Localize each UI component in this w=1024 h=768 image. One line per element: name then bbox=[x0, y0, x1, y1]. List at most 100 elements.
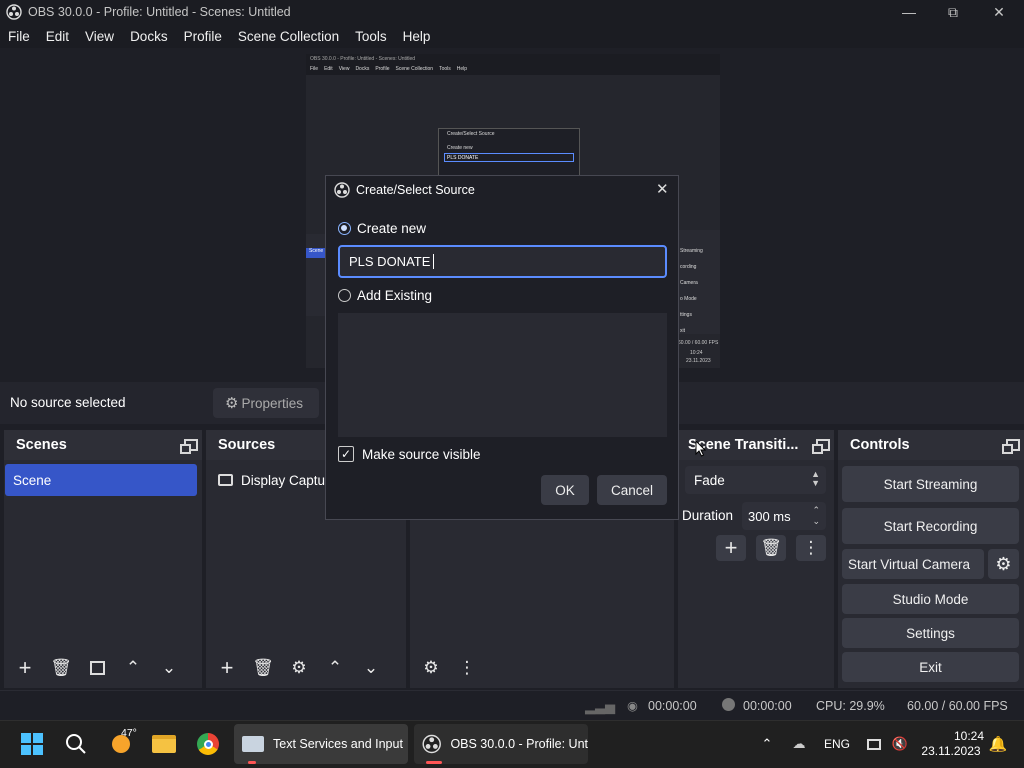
record-time: 00:00:00 bbox=[743, 699, 792, 713]
taskbar-obs[interactable]: OBS 30.0.0 - Profile: Unt bbox=[414, 724, 588, 764]
network-icon[interactable] bbox=[864, 724, 884, 764]
mixer-settings-button[interactable]: ⚙ bbox=[416, 655, 446, 681]
move-scene-up-button[interactable]: ⌃ bbox=[118, 655, 148, 681]
add-existing-radio[interactable]: Add Existing bbox=[338, 288, 432, 303]
gear-icon: ⚙ bbox=[995, 553, 1012, 574]
chevron-up-icon: ⌃ bbox=[125, 658, 141, 677]
nested-menu-item: Help bbox=[456, 66, 468, 72]
nested-clock-date: 23.11.2023 bbox=[686, 358, 711, 364]
undock-icon[interactable] bbox=[180, 439, 198, 454]
checkbox-checked-icon: ✓ bbox=[338, 446, 354, 462]
radio-selected-icon bbox=[338, 222, 351, 235]
plus-icon: + bbox=[220, 655, 234, 680]
add-source-button[interactable]: + bbox=[212, 655, 242, 681]
studio-mode-button[interactable]: Studio Mode bbox=[842, 584, 1019, 614]
create-new-label: Create new bbox=[357, 221, 427, 236]
tray-overflow-button[interactable]: ⌃ bbox=[756, 724, 778, 764]
mouse-cursor-icon bbox=[695, 440, 707, 457]
tray-onedrive-icon[interactable]: ☁ bbox=[788, 724, 810, 764]
running-indicator bbox=[426, 761, 442, 764]
virtual-camera-settings-button[interactable]: ⚙ bbox=[988, 549, 1019, 579]
search-button[interactable] bbox=[58, 724, 94, 764]
signal-bars-icon: ▂▃▅ bbox=[585, 699, 615, 714]
remove-scene-button[interactable]: 🗑 bbox=[46, 655, 76, 681]
close-window-button[interactable]: ✕ bbox=[976, 0, 1022, 24]
chevron-down-icon: ⌄ bbox=[161, 658, 177, 677]
volume-muted-icon[interactable]: 🔇 bbox=[890, 724, 910, 764]
spin-arrows-icon: ⌃ ⌄ bbox=[812, 505, 820, 526]
move-source-down-button[interactable]: ⌄ bbox=[356, 655, 386, 681]
exit-button[interactable]: Exit bbox=[842, 652, 1019, 682]
start-streaming-button[interactable]: Start Streaming bbox=[842, 466, 1019, 502]
transition-menu-button[interactable]: ⋮ bbox=[796, 535, 826, 561]
maximize-button[interactable]: ⧉ bbox=[930, 0, 976, 24]
sources-toolbar: + 🗑 ⚙ ⌃ ⌄ bbox=[206, 648, 406, 688]
folder-icon bbox=[152, 735, 176, 753]
menu-tools[interactable]: Tools bbox=[347, 29, 395, 44]
start-button[interactable] bbox=[14, 724, 50, 764]
menu-scene-collection[interactable]: Scene Collection bbox=[230, 29, 347, 44]
up-down-arrows-icon: ▲ ▼ bbox=[811, 469, 820, 488]
undock-icon[interactable] bbox=[1002, 439, 1020, 454]
menu-view[interactable]: View bbox=[77, 29, 122, 44]
mixer-toolbar: ⚙ ⋮ bbox=[410, 648, 674, 688]
language-indicator[interactable]: ENG bbox=[822, 724, 852, 764]
remove-source-button[interactable]: 🗑 bbox=[248, 655, 278, 681]
scene-item[interactable]: Scene bbox=[5, 464, 197, 496]
start-recording-button[interactable]: Start Recording bbox=[842, 508, 1019, 544]
ok-button[interactable]: OK bbox=[541, 475, 589, 505]
move-source-up-button[interactable]: ⌃ bbox=[320, 655, 350, 681]
duration-spinbox[interactable]: 300 ms ⌃ ⌄ bbox=[742, 502, 826, 530]
search-icon bbox=[66, 734, 86, 754]
properties-button[interactable]: ⚙ Properties bbox=[213, 388, 319, 418]
chevron-up-icon: ⌃ bbox=[327, 658, 343, 677]
running-indicator bbox=[248, 761, 256, 764]
mixer-menu-button[interactable]: ⋮ bbox=[452, 655, 482, 681]
window-title: OBS 30.0.0 - Profile: Untitled - Scenes:… bbox=[28, 5, 291, 19]
plus-icon: + bbox=[724, 535, 738, 560]
weather-widget[interactable]: 47° bbox=[103, 724, 139, 764]
dialog-close-button[interactable]: ✕ bbox=[656, 180, 669, 198]
no-source-label: No source selected bbox=[10, 395, 126, 410]
nested-control-item: Streaming bbox=[680, 248, 703, 254]
record-icon bbox=[722, 698, 735, 711]
cancel-button[interactable]: Cancel bbox=[597, 475, 667, 505]
chrome-button[interactable] bbox=[190, 724, 226, 764]
cpu-usage: CPU: 29.9% bbox=[816, 699, 885, 713]
chevron-down-icon: ⌄ bbox=[363, 658, 379, 677]
existing-sources-list[interactable] bbox=[338, 313, 667, 437]
menu-profile[interactable]: Profile bbox=[176, 29, 230, 44]
scene-transitions-dock: Scene Transiti... Fade ▲ ▼ Duration 300 m… bbox=[678, 430, 834, 688]
obs-logo-icon bbox=[422, 734, 441, 754]
menu-help[interactable]: Help bbox=[395, 29, 439, 44]
nested-control-item: o Mode bbox=[680, 296, 697, 302]
settings-button[interactable]: Settings bbox=[842, 618, 1019, 648]
move-scene-down-button[interactable]: ⌄ bbox=[154, 655, 184, 681]
source-name-input[interactable]: PLS DONATE bbox=[338, 245, 667, 278]
scene-filters-button[interactable] bbox=[82, 655, 112, 681]
nested-clock-time: 10:24 bbox=[690, 350, 703, 356]
create-new-radio[interactable]: Create new bbox=[338, 221, 426, 236]
menu-file[interactable]: File bbox=[0, 29, 38, 44]
minimize-button[interactable]: — bbox=[886, 0, 932, 24]
file-explorer-button[interactable] bbox=[146, 724, 182, 764]
create-select-source-dialog: Create/Select Source ✕ Create new PLS DO… bbox=[325, 175, 679, 520]
menu-docks[interactable]: Docks bbox=[122, 29, 176, 44]
add-transition-button[interactable]: + bbox=[716, 535, 746, 561]
add-scene-button[interactable]: + bbox=[10, 655, 40, 681]
menu-edit[interactable]: Edit bbox=[38, 29, 77, 44]
title-bar: OBS 30.0.0 - Profile: Untitled - Scenes:… bbox=[0, 0, 1024, 24]
undock-icon[interactable] bbox=[812, 439, 830, 454]
kebab-menu-icon: ⋮ bbox=[458, 658, 476, 677]
windows-logo-icon bbox=[21, 733, 43, 755]
make-visible-checkbox[interactable]: ✓ Make source visible bbox=[338, 446, 481, 462]
notification-bell-icon[interactable]: 🔔 bbox=[988, 724, 1008, 764]
remove-transition-button[interactable]: 🗑 bbox=[756, 535, 786, 561]
transition-select[interactable]: Fade ▲ ▼ bbox=[685, 466, 826, 494]
taskbar-clock[interactable]: 10:24 23.11.2023 bbox=[918, 724, 984, 764]
start-virtual-camera-button[interactable]: Start Virtual Camera bbox=[842, 549, 984, 579]
taskbar-task1-label: Text Services and Input bbox=[273, 737, 403, 751]
nested-control-item: ttings bbox=[680, 312, 692, 318]
source-properties-button[interactable]: ⚙ bbox=[284, 655, 314, 681]
taskbar-text-services[interactable]: Text Services and Input bbox=[234, 724, 408, 764]
